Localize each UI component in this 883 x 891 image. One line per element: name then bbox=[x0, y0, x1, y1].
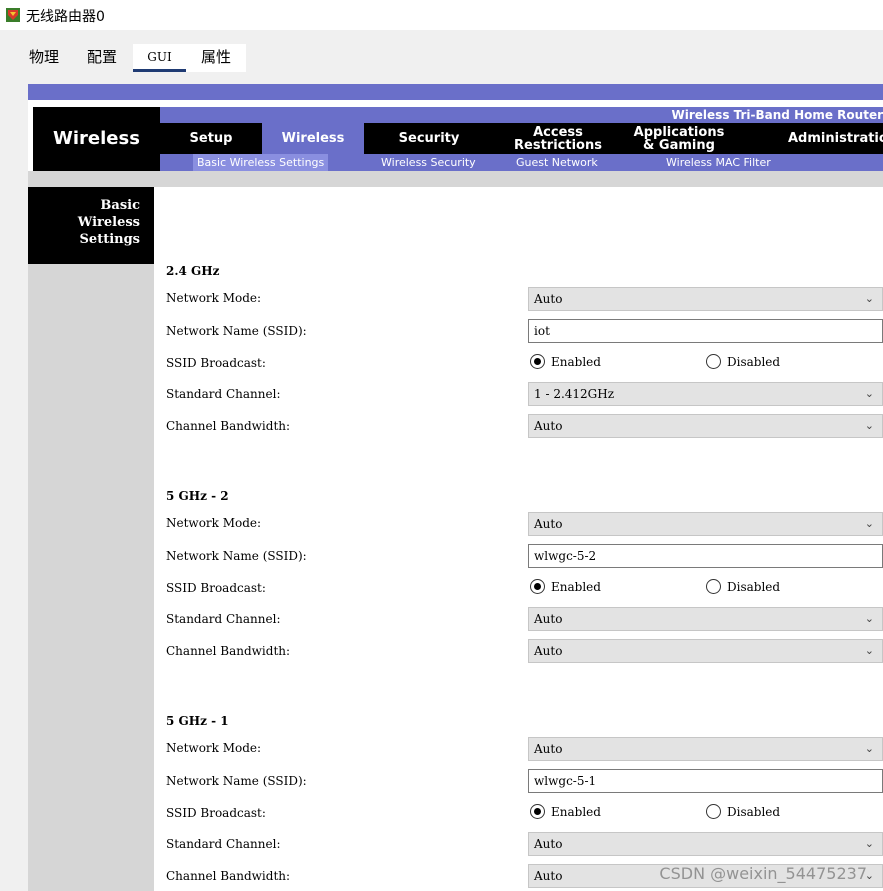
nav-security[interactable]: Security bbox=[364, 123, 494, 154]
chevron-down-icon: ⌄ bbox=[864, 387, 874, 400]
nav-applications-gaming[interactable]: Applications & Gaming bbox=[622, 123, 736, 154]
ssid-label: Network Name (SSID): bbox=[166, 324, 307, 338]
channel-bandwidth-label: Channel Bandwidth: bbox=[166, 419, 291, 433]
network-mode-label: Network Mode: bbox=[166, 741, 262, 755]
router-gui-frame: Wireless Tri-Band Home Router Wireless S… bbox=[28, 84, 883, 891]
subnav-mac-filter[interactable]: Wireless MAC Filter bbox=[666, 154, 771, 171]
ssid-broadcast-group: Enabled Disabled bbox=[528, 351, 883, 373]
radio-unselected-icon bbox=[706, 579, 721, 594]
radio-selected-icon bbox=[530, 579, 545, 594]
subnav-basic-wireless[interactable]: Basic Wireless Settings bbox=[193, 154, 329, 171]
subnav-guest-network[interactable]: Guest Network bbox=[516, 154, 598, 171]
network-mode-label: Network Mode: bbox=[166, 291, 262, 305]
window-titlebar: 无线路由器0 bbox=[0, 0, 883, 30]
ssid-broadcast-label: SSID Broadcast: bbox=[166, 581, 266, 595]
band-title: 5 GHz - 2 bbox=[166, 489, 229, 503]
band-title: 5 GHz - 1 bbox=[166, 714, 229, 728]
chevron-down-icon: ⌄ bbox=[864, 292, 874, 305]
tab-physical[interactable]: 物理 bbox=[26, 44, 62, 72]
ssid-broadcast-group: Enabled Disabled bbox=[528, 801, 883, 823]
nav-administration[interactable]: Administration bbox=[788, 123, 883, 154]
nav-wireless[interactable]: Wireless bbox=[262, 123, 364, 154]
radio-selected-icon bbox=[530, 354, 545, 369]
channel-bandwidth-label: Channel Bandwidth: bbox=[166, 869, 291, 883]
network-mode-select[interactable]: Auto ⌄ bbox=[528, 512, 883, 536]
standard-channel-label: Standard Channel: bbox=[166, 837, 281, 851]
network-mode-select[interactable]: Auto ⌄ bbox=[528, 737, 883, 761]
ssid-broadcast-label: SSID Broadcast: bbox=[166, 356, 266, 370]
broadcast-disabled-radio[interactable]: Disabled bbox=[706, 353, 780, 371]
nav-access-restrictions[interactable]: Access Restrictions bbox=[498, 123, 618, 154]
ssid-label: Network Name (SSID): bbox=[166, 549, 307, 563]
page-section-label: Basic Wireless Settings bbox=[28, 187, 154, 264]
watermark: CSDN @weixin_54475237 bbox=[659, 864, 867, 883]
broadcast-enabled-radio[interactable]: Enabled bbox=[530, 578, 601, 596]
channel-bandwidth-select[interactable]: Auto ⌄ bbox=[528, 414, 883, 438]
ssid-input[interactable]: wlwgc-5-1 bbox=[528, 769, 883, 793]
ssid-broadcast-label: SSID Broadcast: bbox=[166, 806, 266, 820]
chevron-down-icon: ⌄ bbox=[864, 837, 874, 850]
model-name: Wireless Tri-Band Home Router bbox=[671, 108, 883, 122]
broadcast-disabled-radio[interactable]: Disabled bbox=[706, 578, 780, 596]
tab-properties[interactable]: 属性 bbox=[186, 44, 246, 72]
band-title: 2.4 GHz bbox=[166, 264, 220, 278]
chevron-down-icon: ⌄ bbox=[864, 419, 874, 432]
radio-unselected-icon bbox=[706, 354, 721, 369]
ssid-broadcast-group: Enabled Disabled bbox=[528, 576, 883, 598]
standard-channel-select[interactable]: Auto ⌄ bbox=[528, 607, 883, 631]
radio-selected-icon bbox=[530, 804, 545, 819]
network-mode-label: Network Mode: bbox=[166, 516, 262, 530]
chevron-down-icon: ⌄ bbox=[864, 517, 874, 530]
standard-channel-label: Standard Channel: bbox=[166, 387, 281, 401]
broadcast-disabled-radio[interactable]: Disabled bbox=[706, 803, 780, 821]
channel-bandwidth-select[interactable]: Auto ⌄ bbox=[528, 639, 883, 663]
tab-gui[interactable]: GUI bbox=[133, 44, 186, 72]
router-app-icon bbox=[6, 8, 20, 22]
chevron-down-icon: ⌄ bbox=[864, 742, 874, 755]
standard-channel-select[interactable]: Auto ⌄ bbox=[528, 832, 883, 856]
ssid-label: Network Name (SSID): bbox=[166, 774, 307, 788]
section-brand: Wireless bbox=[53, 128, 140, 149]
broadcast-enabled-radio[interactable]: Enabled bbox=[530, 803, 601, 821]
nav-setup[interactable]: Setup bbox=[160, 123, 262, 154]
top-accent-strip bbox=[28, 84, 883, 100]
standard-channel-select[interactable]: 1 - 2.412GHz ⌄ bbox=[528, 382, 883, 406]
channel-bandwidth-label: Channel Bandwidth: bbox=[166, 644, 291, 658]
radio-unselected-icon bbox=[706, 804, 721, 819]
ssid-input[interactable]: iot bbox=[528, 319, 883, 343]
left-panel bbox=[28, 187, 154, 891]
network-mode-select[interactable]: Auto ⌄ bbox=[528, 287, 883, 311]
chevron-down-icon: ⌄ bbox=[864, 644, 874, 657]
ssid-input[interactable]: wlwgc-5-2 bbox=[528, 544, 883, 568]
chevron-down-icon: ⌄ bbox=[864, 612, 874, 625]
tab-config[interactable]: 配置 bbox=[84, 44, 120, 72]
subnav-wireless-security[interactable]: Wireless Security bbox=[381, 154, 476, 171]
window-title: 无线路由器0 bbox=[26, 9, 105, 25]
broadcast-enabled-radio[interactable]: Enabled bbox=[530, 353, 601, 371]
tab-bar: 物理 配置 GUI 属性 bbox=[0, 30, 883, 72]
standard-channel-label: Standard Channel: bbox=[166, 612, 281, 626]
